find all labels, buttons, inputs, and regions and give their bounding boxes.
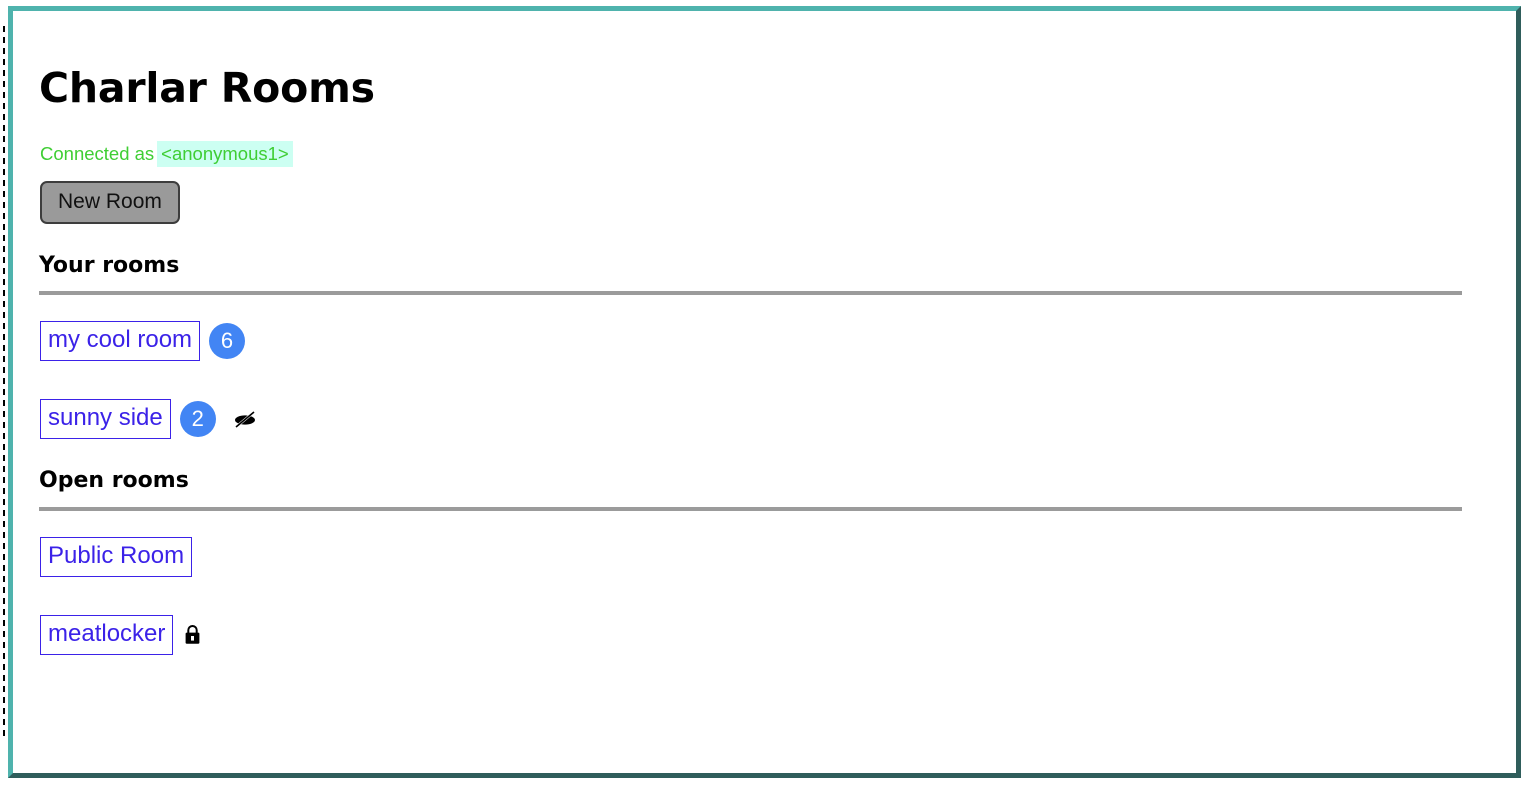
room-list-item: sunny side 2: [40, 399, 1494, 440]
section-open-rooms: Open rooms Public Room meatlocker: [35, 468, 1494, 655]
room-link-sunny-side[interactable]: sunny side: [40, 399, 171, 440]
section-divider: [39, 291, 1462, 296]
connection-status: Connected as <anonymous1>: [40, 141, 1494, 168]
section-heading-your-rooms: Your rooms: [39, 253, 180, 279]
section-heading-open-rooms: Open rooms: [39, 468, 189, 494]
unread-badge: 2: [179, 401, 216, 438]
page-title: Charlar Rooms: [39, 64, 375, 112]
section-divider: [39, 506, 1462, 511]
browser-viewport-frame: Charlar Rooms Connected as <anonymous1> N…: [8, 6, 1521, 778]
eye-slash-icon[interactable]: [232, 409, 258, 429]
page-content: Charlar Rooms Connected as <anonymous1> N…: [13, 11, 1516, 773]
room-link-public-room[interactable]: Public Room: [40, 536, 193, 577]
room-list-item: Public Room: [40, 536, 1494, 577]
connected-username: <anonymous1>: [157, 141, 293, 168]
new-room-button[interactable]: New Room: [40, 181, 180, 225]
room-link-my-cool-room[interactable]: my cool room: [40, 321, 201, 362]
room-list-item: my cool room 6: [40, 321, 1494, 362]
connection-status-label: Connected as: [40, 143, 155, 165]
room-link-meatlocker[interactable]: meatlocker: [40, 614, 174, 655]
lock-icon: [184, 624, 201, 645]
unread-badge: 6: [209, 323, 246, 360]
viewport-edge-guide: [3, 26, 5, 740]
room-list-item: meatlocker: [40, 614, 1494, 655]
section-your-rooms: Your rooms my cool room 6 sunny side 2: [35, 253, 1494, 440]
